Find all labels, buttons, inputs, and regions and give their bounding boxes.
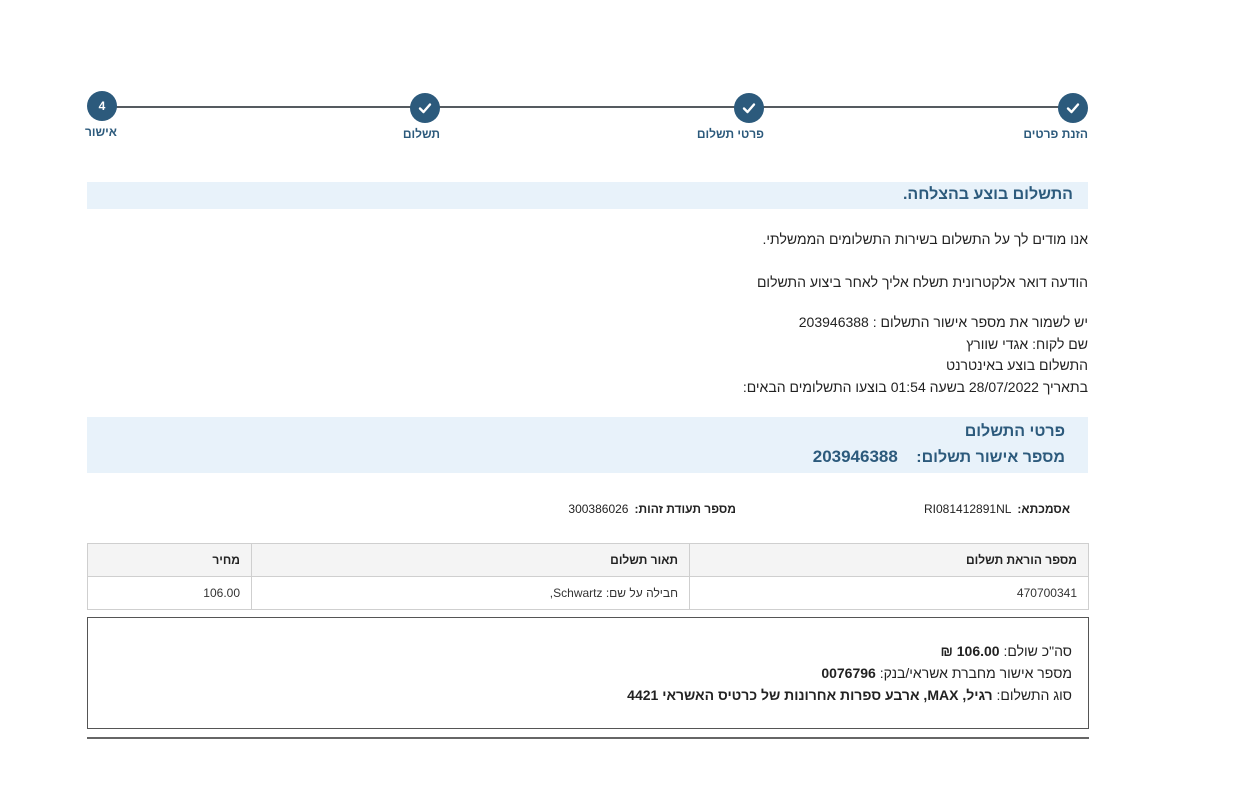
step-1-label: הזנת פרטים — [1023, 127, 1088, 141]
total-paid-line: סה"כ שולם: 106.00 ₪ — [941, 643, 1073, 659]
column-header-order-number: מספר הוראת תשלום — [689, 543, 1089, 577]
cell-price: 106.00 — [87, 576, 252, 610]
step-3-complete-icon — [410, 93, 440, 123]
table-row: 470700341 חבילה על שם: Schwartz, 106.00 — [87, 576, 1089, 610]
id-number-field: מספר תעודת זהות: 300386026 — [568, 502, 736, 516]
check-icon — [742, 103, 756, 114]
column-header-description: תאור תשלום — [251, 543, 690, 577]
payment-channel-text: התשלום בוצע באינטרנט — [945, 357, 1088, 373]
step-2-label: פרטי תשלום — [696, 127, 764, 141]
thanks-text: אנו מודים לך על התשלום בשירות התשלומים ה… — [762, 231, 1088, 247]
save-approval-text: יש לשמור את מספר אישור התשלום : 20394638… — [798, 314, 1088, 330]
step-4-current: 4 — [87, 91, 117, 121]
approval-number-row: מספר אישור תשלום: 203946388 — [813, 447, 1065, 467]
bank-approval-label: מספר אישור מחברת אשראי/בנק: — [879, 665, 1072, 681]
step-4-label: אישור — [84, 125, 117, 139]
check-icon — [1066, 103, 1080, 114]
details-title: פרטי התשלום — [964, 423, 1065, 440]
total-paid-value: 106.00 ₪ — [940, 643, 1000, 659]
cell-description: חבילה על שם: Schwartz, — [251, 576, 690, 610]
payment-date-text: בתאריך 28/07/2022 בשעה 01:54 בוצעו התשלו… — [742, 379, 1088, 395]
payment-type-line: סוג התשלום: רגיל, MAX, ארבע ספרות אחרונו… — [627, 687, 1072, 703]
check-icon — [418, 103, 432, 114]
reference-label: אסמכתא: — [1017, 502, 1070, 516]
customer-name-text: שם לקוח: אגדי שוורץ — [966, 336, 1088, 352]
table-header-row: מספר הוראת תשלום תאור תשלום מחיר — [87, 543, 1089, 577]
approval-number-label: מספר אישור תשלום: — [916, 449, 1065, 466]
reference-value: RI081412891NL — [924, 502, 1012, 516]
id-number-value: 300386026 — [568, 502, 629, 516]
bottom-divider — [87, 737, 1089, 739]
bank-approval-line: מספר אישור מחברת אשראי/בנק: 0076796 — [821, 665, 1072, 681]
column-header-price: מחיר — [87, 543, 252, 577]
stepper-line — [101, 106, 1073, 108]
payment-type-value: רגיל, MAX, ארבע ספרות אחרונות של כרטיס ה… — [627, 687, 993, 703]
success-title: התשלום בוצע בהצלחה. — [902, 186, 1073, 203]
payment-summary-box: סה"כ שולם: 106.00 ₪ מספר אישור מחברת אשר… — [87, 617, 1089, 729]
email-notice-text: הודעה דואר אלקטרונית תשלח אליך לאחר ביצו… — [756, 274, 1088, 290]
approval-number-value: 203946388 — [812, 447, 898, 466]
payment-confirmation-page: 4 הזנת פרטים פרטי תשלום תשלום אישור התשל… — [0, 0, 1233, 786]
total-paid-label: סה"כ שולם: — [1003, 643, 1072, 659]
payments-table: מספר הוראת תשלום תאור תשלום מחיר 4707003… — [87, 543, 1089, 610]
payment-type-label: סוג התשלום: — [996, 687, 1072, 703]
id-number-label: מספר תעודת זהות: — [634, 502, 736, 516]
reference-field: אסמכתא: RI081412891NL — [924, 502, 1070, 516]
step-3-label: תשלום — [402, 127, 440, 141]
step-2-complete-icon — [734, 93, 764, 123]
step-1-complete-icon — [1058, 93, 1088, 123]
cell-order-number: 470700341 — [689, 576, 1089, 610]
bank-approval-value: 0076796 — [821, 665, 876, 681]
